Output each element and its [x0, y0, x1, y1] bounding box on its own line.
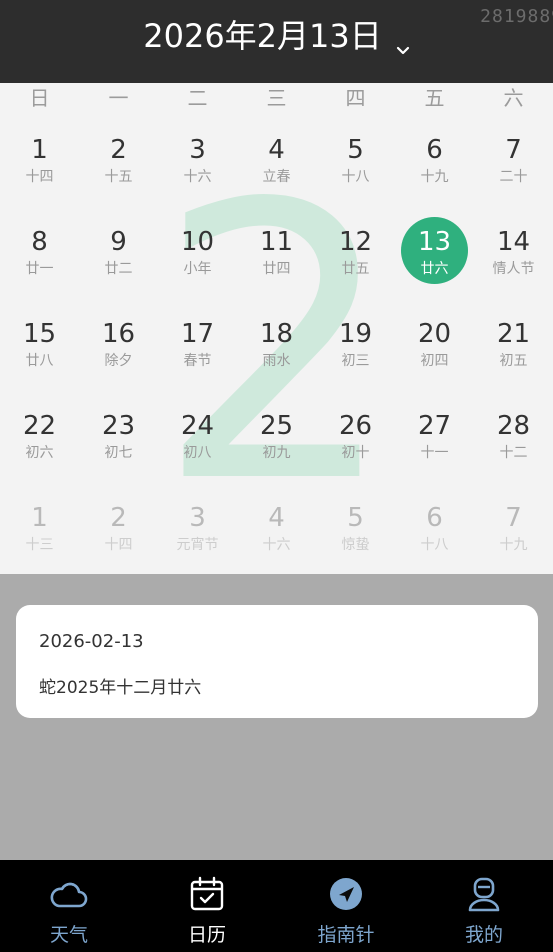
calendar-day[interactable]: 17 春节: [158, 267, 237, 369]
calendar-day[interactable]: 2 十五: [79, 83, 158, 185]
chevron-down-icon[interactable]: [396, 25, 410, 55]
lunar-date: 十八: [420, 537, 449, 553]
calendar-day[interactable]: 3 十六: [158, 83, 237, 185]
watermark-text: 2819889: [480, 6, 553, 27]
calendar-day[interactable]: 7 二十: [474, 83, 553, 185]
calendar-day[interactable]: 12 廿五: [316, 175, 395, 277]
current-date-title[interactable]: 2026年2月13日: [143, 17, 382, 55]
calendar-day[interactable]: 18 雨水: [237, 267, 316, 369]
calendar-day[interactable]: 3 元宵节: [158, 451, 237, 553]
calendar-day[interactable]: 10 小年: [158, 175, 237, 277]
calendar-day[interactable]: 26 初十: [316, 359, 395, 461]
day-number: 26: [338, 411, 373, 441]
date-info-card: 2026-02-13 蛇2025年十二月廿六: [16, 605, 538, 718]
tab-weather[interactable]: 天气: [0, 860, 138, 952]
day-number: 3: [189, 503, 206, 533]
lunar-date: 十四: [104, 537, 133, 553]
tab-weather-label: 天气: [49, 924, 88, 946]
calendar-day[interactable]: 5 惊蛰: [316, 451, 395, 553]
calendar-day[interactable]: 27 十一: [395, 359, 474, 461]
day-number: 16: [101, 319, 136, 349]
info-date: 2026-02-13: [39, 631, 144, 652]
date-picker-toggle[interactable]: 2026年2月13日: [0, 14, 553, 58]
day-number: 25: [259, 411, 294, 441]
lunar-date: 惊蛰: [341, 537, 370, 553]
day-number: 9: [110, 227, 127, 257]
calendar-day[interactable]: 16 除夕: [79, 267, 158, 369]
day-number: 27: [417, 411, 452, 441]
day-number: 8: [31, 227, 48, 257]
day-number: 12: [338, 227, 373, 257]
tab-profile[interactable]: 我的: [415, 860, 553, 952]
tab-compass-label: 指南针: [317, 924, 375, 946]
calendar-day[interactable]: 25 初九: [237, 359, 316, 461]
info-lunar-date: 蛇2025年十二月廿六: [39, 678, 202, 698]
day-number: 18: [259, 319, 294, 349]
calendar-day[interactable]: 6 十八: [395, 451, 474, 553]
day-number: 5: [347, 135, 364, 165]
calendar-day[interactable]: 8 廿一: [0, 175, 79, 277]
day-number: 1: [31, 503, 48, 533]
calendar-day[interactable]: 7 十九: [474, 451, 553, 553]
day-number: 4: [268, 503, 285, 533]
cloud-icon: [50, 882, 88, 908]
compass-icon: [330, 878, 362, 910]
calendar-day[interactable]: 9 廿二: [79, 175, 158, 277]
day-number: 7: [505, 503, 522, 533]
day-number: 11: [259, 227, 294, 257]
day-number: 4: [268, 135, 285, 165]
day-number: 19: [338, 319, 373, 349]
day-number: 21: [496, 319, 531, 349]
calendar-day[interactable]: 2 十四: [79, 451, 158, 553]
user-icon: [468, 877, 500, 912]
app-header: 2026年2月13日 2819889: [0, 0, 553, 83]
calendar-day[interactable]: 21 初五: [474, 267, 553, 369]
day-number: 22: [22, 411, 57, 441]
calendar-day[interactable]: 4 立春: [237, 83, 316, 185]
day-number: 5: [347, 503, 364, 533]
calendar-day[interactable]: 6 十九: [395, 83, 474, 185]
day-number: 10: [180, 227, 215, 257]
tab-compass[interactable]: 指南针: [277, 860, 415, 952]
lunar-date: 十六: [262, 537, 291, 553]
bottom-tab-bar: 天气 日历 指南针 我的: [0, 860, 553, 952]
day-number: 13: [417, 227, 452, 257]
calendar-day[interactable]: 23 初七: [79, 359, 158, 461]
tab-calendar[interactable]: 日历: [138, 860, 276, 952]
day-number: 24: [180, 411, 215, 441]
day-number: 6: [426, 135, 443, 165]
calendar-grid: 2 日一二三四五六 1 十四 2 十五 3 十六 4 立春 5 十八 6 十九 7 二十 8 廿一 9 廿二 10 小…: [0, 83, 553, 574]
day-number: 6: [426, 503, 443, 533]
tab-calendar-label: 日历: [187, 924, 226, 946]
calendar-day[interactable]: 1 十四: [0, 83, 79, 185]
tab-profile-label: 我的: [464, 924, 503, 946]
calendar-day[interactable]: 4 十六: [237, 451, 316, 553]
day-number: 28: [496, 411, 531, 441]
lunar-date: 十三: [25, 537, 54, 553]
day-number: 2: [110, 135, 127, 165]
day-number: 3: [189, 135, 206, 165]
day-number: 1: [31, 135, 48, 165]
day-number: 14: [496, 227, 531, 257]
calendar-day[interactable]: 5 十八: [316, 83, 395, 185]
day-number: 7: [505, 135, 522, 165]
lunar-date: 十九: [499, 537, 528, 553]
lunar-date: 元宵节: [176, 537, 219, 553]
calendar-day[interactable]: 24 初八: [158, 359, 237, 461]
calendar-day[interactable]: 1 十三: [0, 451, 79, 553]
day-number: 2: [110, 503, 127, 533]
day-number: 23: [101, 411, 136, 441]
day-number: 15: [22, 319, 57, 349]
day-number: 17: [180, 319, 215, 349]
calendar-day[interactable]: 14 情人节: [474, 175, 553, 277]
calendar-day[interactable]: 19 初三: [316, 267, 395, 369]
day-number: 20: [417, 319, 452, 349]
calendar-day[interactable]: 20 初四: [395, 267, 474, 369]
calendar-day[interactable]: 15 廿八: [0, 267, 79, 369]
calendar-day[interactable]: 22 初六: [0, 359, 79, 461]
calendar-day[interactable]: 11 廿四: [237, 175, 316, 277]
calendar-day[interactable]: 28 十二: [474, 359, 553, 461]
calendar-day-selected[interactable]: 13 廿六: [395, 175, 474, 284]
calendar-icon: [190, 876, 224, 911]
